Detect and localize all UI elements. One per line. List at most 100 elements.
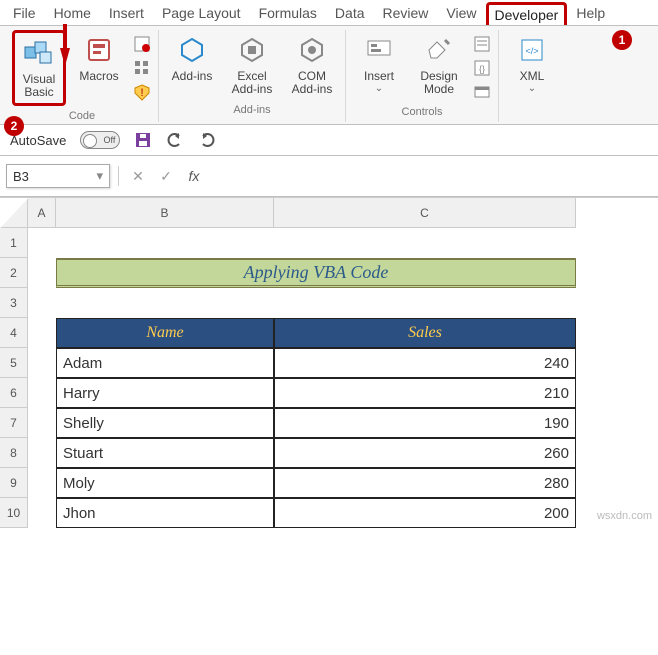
addins-button[interactable]: Add-ins [165, 30, 219, 87]
row-header[interactable]: 2 [0, 258, 28, 288]
row-header[interactable]: 6 [0, 378, 28, 408]
tab-home[interactable]: Home [45, 0, 100, 25]
group-xml: </> XML [499, 30, 565, 122]
autosave-label: AutoSave [10, 133, 66, 148]
cell[interactable] [28, 438, 56, 468]
tab-page-layout[interactable]: Page Layout [153, 0, 250, 25]
controls-insert-button[interactable]: Insert [352, 30, 406, 98]
save-icon[interactable] [134, 131, 152, 149]
table-cell-sales[interactable]: 240 [274, 348, 576, 378]
addins-icon [176, 34, 208, 66]
cell[interactable] [28, 348, 56, 378]
col-header-b[interactable]: B [56, 198, 274, 228]
cell[interactable] [56, 228, 274, 258]
cell[interactable] [28, 378, 56, 408]
tab-developer[interactable]: Developer [486, 2, 568, 25]
excel-addins-button[interactable]: Excel Add-ins [225, 30, 279, 100]
select-all-corner[interactable] [0, 198, 28, 228]
table-cell-name[interactable]: Moly [56, 468, 274, 498]
row-header[interactable]: 10 [0, 498, 28, 528]
com-addins-button[interactable]: COM Add-ins [285, 30, 339, 100]
tab-review[interactable]: Review [374, 0, 438, 25]
macro-security-icon[interactable]: ! [132, 82, 152, 102]
fx-icon[interactable]: fx [183, 168, 205, 184]
record-macro-icon[interactable] [132, 34, 152, 54]
cell[interactable] [28, 498, 56, 528]
design-mode-button[interactable]: Design Mode [412, 30, 466, 100]
xml-label: XML [520, 70, 545, 83]
row-header[interactable]: 8 [0, 438, 28, 468]
group-controls: Insert Design Mode {} Controls [346, 30, 499, 122]
table-header-sales[interactable]: Sales [274, 318, 576, 348]
row-header[interactable]: 3 [0, 288, 28, 318]
excel-addins-icon [236, 34, 268, 66]
callout-badge-2: 2 [4, 116, 24, 136]
table-cell-name[interactable]: Harry [56, 378, 274, 408]
cell[interactable] [274, 288, 576, 318]
table-cell-sales[interactable]: 260 [274, 438, 576, 468]
name-box-value: B3 [13, 169, 29, 184]
cell[interactable] [28, 318, 56, 348]
row-header[interactable]: 4 [0, 318, 28, 348]
svg-text:{}: {} [479, 64, 485, 74]
com-addins-label: COM Add-ins [287, 70, 337, 96]
worksheet-grid[interactable]: A B C 1 2 Applying VBA Code 3 4 Name Sal… [0, 197, 658, 528]
row-header[interactable]: 1 [0, 228, 28, 258]
name-box-dropdown-icon[interactable]: ▾ [96, 168, 103, 184]
table-cell-sales[interactable]: 190 [274, 408, 576, 438]
sheet-title[interactable]: Applying VBA Code [56, 258, 576, 288]
xml-button[interactable]: </> XML [505, 30, 559, 98]
visual-basic-label: Visual Basic [17, 73, 61, 99]
col-header-c[interactable]: C [274, 198, 576, 228]
addins-label: Add-ins [172, 70, 213, 83]
cell[interactable] [274, 228, 576, 258]
callout-arrow-icon [60, 48, 70, 66]
tab-data[interactable]: Data [326, 0, 374, 25]
undo-icon[interactable] [166, 131, 184, 149]
cell[interactable] [28, 228, 56, 258]
ribbon-panel: Visual Basic Macros [0, 26, 658, 125]
cell[interactable] [56, 288, 274, 318]
tab-file[interactable]: File [4, 0, 45, 25]
col-header-a[interactable]: A [28, 198, 56, 228]
tab-help[interactable]: Help [567, 0, 614, 25]
cell[interactable] [28, 258, 56, 288]
design-mode-icon [423, 34, 455, 66]
row-header[interactable]: 9 [0, 468, 28, 498]
table-cell-sales[interactable]: 280 [274, 468, 576, 498]
row-header[interactable]: 5 [0, 348, 28, 378]
excel-addins-label: Excel Add-ins [227, 70, 277, 96]
table-header-name[interactable]: Name [56, 318, 274, 348]
macros-label: Macros [79, 70, 118, 83]
enter-formula-icon[interactable]: ✓ [155, 168, 177, 185]
autosave-toggle[interactable]: Off [80, 131, 120, 149]
properties-icon[interactable] [472, 34, 492, 54]
macros-button[interactable]: Macros [72, 30, 126, 87]
formula-bar: B3 ▾ ✕ ✓ fx [0, 156, 658, 197]
table-cell-sales[interactable]: 200 [274, 498, 576, 528]
visual-basic-button[interactable]: Visual Basic [12, 30, 66, 106]
group-code: Visual Basic Macros [6, 30, 159, 122]
cell[interactable] [28, 288, 56, 318]
row-header[interactable]: 7 [0, 408, 28, 438]
tab-insert[interactable]: Insert [100, 0, 153, 25]
tab-view[interactable]: View [437, 0, 485, 25]
svg-text:!: ! [140, 87, 143, 99]
table-cell-name[interactable]: Stuart [56, 438, 274, 468]
cell[interactable] [28, 468, 56, 498]
table-cell-name[interactable]: Jhon [56, 498, 274, 528]
view-code-icon[interactable]: {} [472, 58, 492, 78]
name-box[interactable]: B3 ▾ [6, 164, 110, 188]
run-dialog-icon[interactable] [472, 82, 492, 102]
redo-icon[interactable] [198, 131, 216, 149]
table-cell-sales[interactable]: 210 [274, 378, 576, 408]
tab-formulas[interactable]: Formulas [250, 0, 326, 25]
callout-badge-1: 1 [612, 30, 632, 50]
cell[interactable] [28, 408, 56, 438]
use-relative-refs-icon[interactable] [132, 58, 152, 78]
table-cell-name[interactable]: Adam [56, 348, 274, 378]
visual-basic-icon [23, 37, 55, 69]
xml-icon: </> [516, 34, 548, 66]
table-cell-name[interactable]: Shelly [56, 408, 274, 438]
cancel-formula-icon[interactable]: ✕ [127, 168, 149, 185]
